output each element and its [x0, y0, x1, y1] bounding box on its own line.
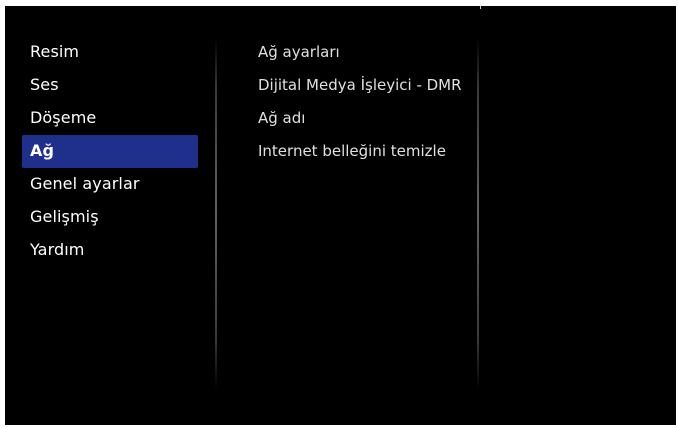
menu-item-ag[interactable]: Ağ — [22, 135, 198, 168]
menu-item-resim[interactable]: Resim — [22, 36, 198, 69]
submenu-item-dmr[interactable]: Dijital Medya İşleyici - DMR — [258, 69, 478, 102]
submenu-item-ag-ayarlari[interactable]: Ağ ayarları — [258, 36, 478, 69]
submenu-item-internet-bellegi[interactable]: Internet belleğini temizle — [258, 135, 478, 168]
menu-item-yardim[interactable]: Yardım — [22, 234, 198, 267]
top-marker — [480, 6, 481, 9]
menu-item-doseme[interactable]: Döşeme — [22, 102, 198, 135]
menu-item-ses[interactable]: Ses — [22, 69, 198, 102]
submenu: Ağ ayarları Dijital Medya İşleyici - DMR… — [258, 36, 478, 168]
menu-item-gelismis[interactable]: Gelişmiş — [22, 201, 198, 234]
submenu-item-ag-adi[interactable]: Ağ adı — [258, 102, 478, 135]
settings-screen: Resim Ses Döşeme Ağ Genel ayarlar Gelişm… — [5, 6, 676, 425]
column-divider — [477, 38, 479, 390]
main-menu: Resim Ses Döşeme Ağ Genel ayarlar Gelişm… — [22, 36, 198, 267]
column-divider — [215, 38, 217, 390]
menu-item-genel-ayarlar[interactable]: Genel ayarlar — [22, 168, 198, 201]
